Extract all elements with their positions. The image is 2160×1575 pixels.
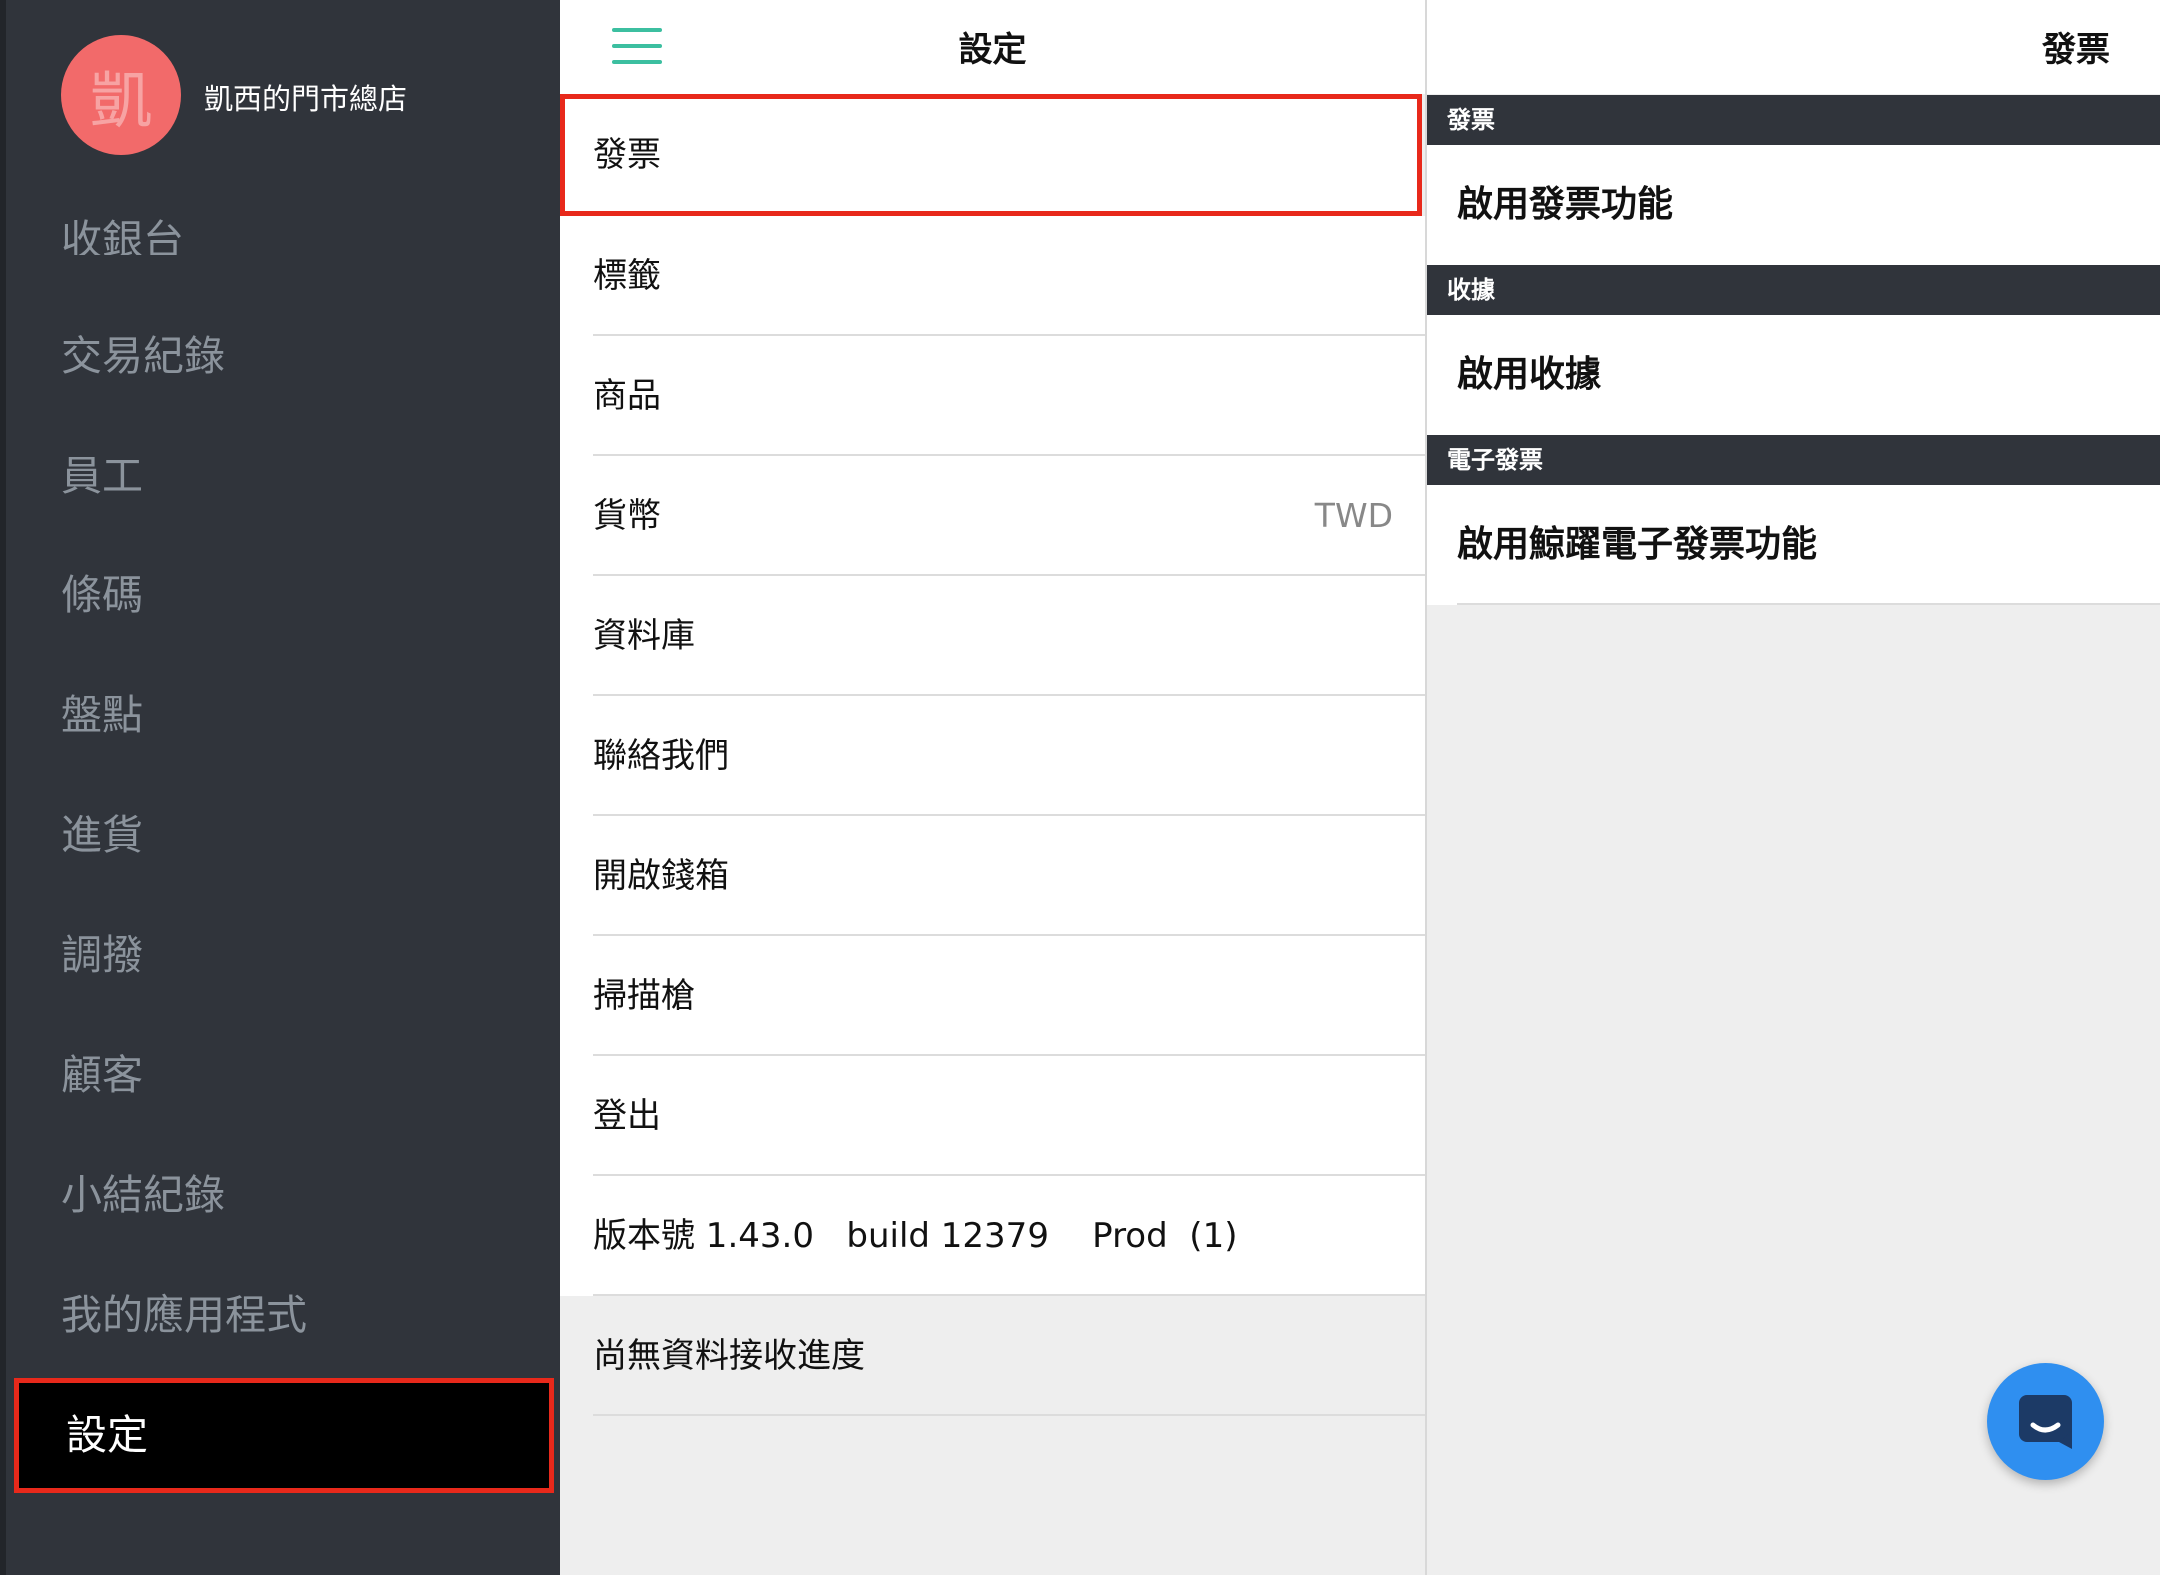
page-title: 設定 <box>958 30 1027 70</box>
sidebar-item-label: 交易紀錄 <box>61 332 225 380</box>
sidebar-item-label: 顧客 <box>61 1051 143 1099</box>
sidebar-item-my-apps[interactable]: 我的應用程式 <box>61 1285 307 1345</box>
settings-item-label: 掃描槍 <box>593 976 695 1016</box>
section-header-receipt: 收據 <box>1427 265 2160 315</box>
settings-item-logout[interactable]: 登出 <box>560 1056 1425 1176</box>
enable-e-invoice-label: 啟用鯨躍電子發票功能 <box>1457 524 1818 565</box>
sidebar-item-label: 員工 <box>61 452 143 500</box>
settings-item-label: 商品 <box>593 376 661 416</box>
settings-item-products[interactable]: 商品 <box>560 336 1425 456</box>
version-info: 版本號 1.43.0 build 12379 Prod (1) <box>560 1176 1425 1296</box>
divider <box>1457 603 2160 605</box>
sidebar-item-stocktake[interactable]: 盤點 <box>61 685 143 745</box>
chat-bubble-icon <box>2019 1395 2072 1449</box>
settings-item-open-cash-drawer[interactable]: 開啟錢箱 <box>560 816 1425 936</box>
sidebar-item-purchase[interactable]: 進貨 <box>61 805 143 865</box>
enable-receipt-row[interactable]: 啟用收據 <box>1427 315 2160 435</box>
settings-item-database[interactable]: 資料庫 <box>560 576 1425 696</box>
section-header-label: 電子發票 <box>1447 446 1543 474</box>
store-name[interactable]: 凱西的門市總店 <box>204 76 407 118</box>
version-label: 版本號 1.43.0 build 12379 Prod (1) <box>593 1216 1238 1256</box>
sidebar-item-label: 我的應用程式 <box>61 1291 307 1339</box>
enable-invoice-label: 啟用發票功能 <box>1457 184 1674 225</box>
settings-item-label: 發票 <box>593 135 661 175</box>
settings-item-scanner[interactable]: 掃描槍 <box>560 936 1425 1056</box>
enable-invoice-row[interactable]: 啟用發票功能 <box>1427 145 2160 265</box>
invoice-panel: 發票 發票 啟用發票功能 收據 啟用收據 電子發票 啟用鯨躍電子發票功能 <box>1427 0 2160 1575</box>
sidebar-item-label: 設定 <box>66 1411 148 1459</box>
sidebar-item-cashier[interactable]: 收銀台 <box>61 215 184 255</box>
sidebar: 凱 凱西的門市總店 收銀台 交易紀錄 員工 條碼 盤點 進貨 調撥 顧客 小結紀… <box>0 0 560 1575</box>
section-header-e-invoice: 電子發票 <box>1427 435 2160 485</box>
sync-progress: 尚無資料接收進度 <box>560 1296 1425 1416</box>
settings-item-label: 開啟錢箱 <box>593 856 729 896</box>
sidebar-item-transactions[interactable]: 交易紀錄 <box>61 326 225 386</box>
currency-value: TWD <box>1314 496 1393 535</box>
sidebar-item-label: 小結紀錄 <box>61 1171 225 1219</box>
avatar[interactable]: 凱 <box>61 35 181 155</box>
enable-e-invoice-row[interactable]: 啟用鯨躍電子發票功能 <box>1427 485 2160 605</box>
sidebar-item-label: 進貨 <box>61 811 143 859</box>
settings-item-currency[interactable]: 貨幣 TWD <box>560 456 1425 576</box>
settings-panel: 設定 發票 標籤 商品 貨幣 TWD 資料庫 聯絡我們 開啟錢箱 掃描槍 登出 … <box>560 0 1425 1575</box>
sidebar-item-settings[interactable]: 設定 <box>14 1378 554 1493</box>
settings-item-label: 資料庫 <box>593 616 695 656</box>
sidebar-item-label: 調撥 <box>61 931 143 979</box>
sidebar-item-staff[interactable]: 員工 <box>61 446 143 506</box>
settings-item-label: 標籤 <box>593 256 661 296</box>
divider <box>593 1414 1425 1416</box>
section-header-label: 收據 <box>1447 276 1495 304</box>
section-header-label: 發票 <box>1447 106 1495 134</box>
sidebar-item-label: 盤點 <box>61 691 143 739</box>
sidebar-item-label: 條碼 <box>61 571 143 619</box>
enable-receipt-label: 啟用收據 <box>1457 354 1602 395</box>
sidebar-item-label: 收銀台 <box>61 216 184 255</box>
sidebar-item-barcode[interactable]: 條碼 <box>61 565 143 625</box>
invoice-title: 發票 <box>2042 30 2110 70</box>
settings-item-labels[interactable]: 標籤 <box>560 216 1425 336</box>
sidebar-item-transfer[interactable]: 調撥 <box>61 925 143 985</box>
invoice-header: 發票 <box>1427 0 2160 94</box>
avatar-initial: 凱 <box>89 64 152 137</box>
chat-button[interactable] <box>1987 1363 2104 1480</box>
sidebar-item-customers[interactable]: 顧客 <box>61 1045 143 1105</box>
settings-item-contact-us[interactable]: 聯絡我們 <box>560 696 1425 816</box>
settings-item-label: 貨幣 <box>593 496 661 536</box>
settings-item-invoice[interactable]: 發票 <box>560 94 1422 216</box>
sidebar-item-shift-records[interactable]: 小結紀錄 <box>61 1165 225 1225</box>
settings-header: 設定 <box>560 0 1425 94</box>
settings-item-label: 登出 <box>593 1096 661 1136</box>
sync-progress-label: 尚無資料接收進度 <box>593 1336 865 1376</box>
section-header-invoice: 發票 <box>1427 95 2160 145</box>
settings-item-label: 聯絡我們 <box>593 736 729 776</box>
